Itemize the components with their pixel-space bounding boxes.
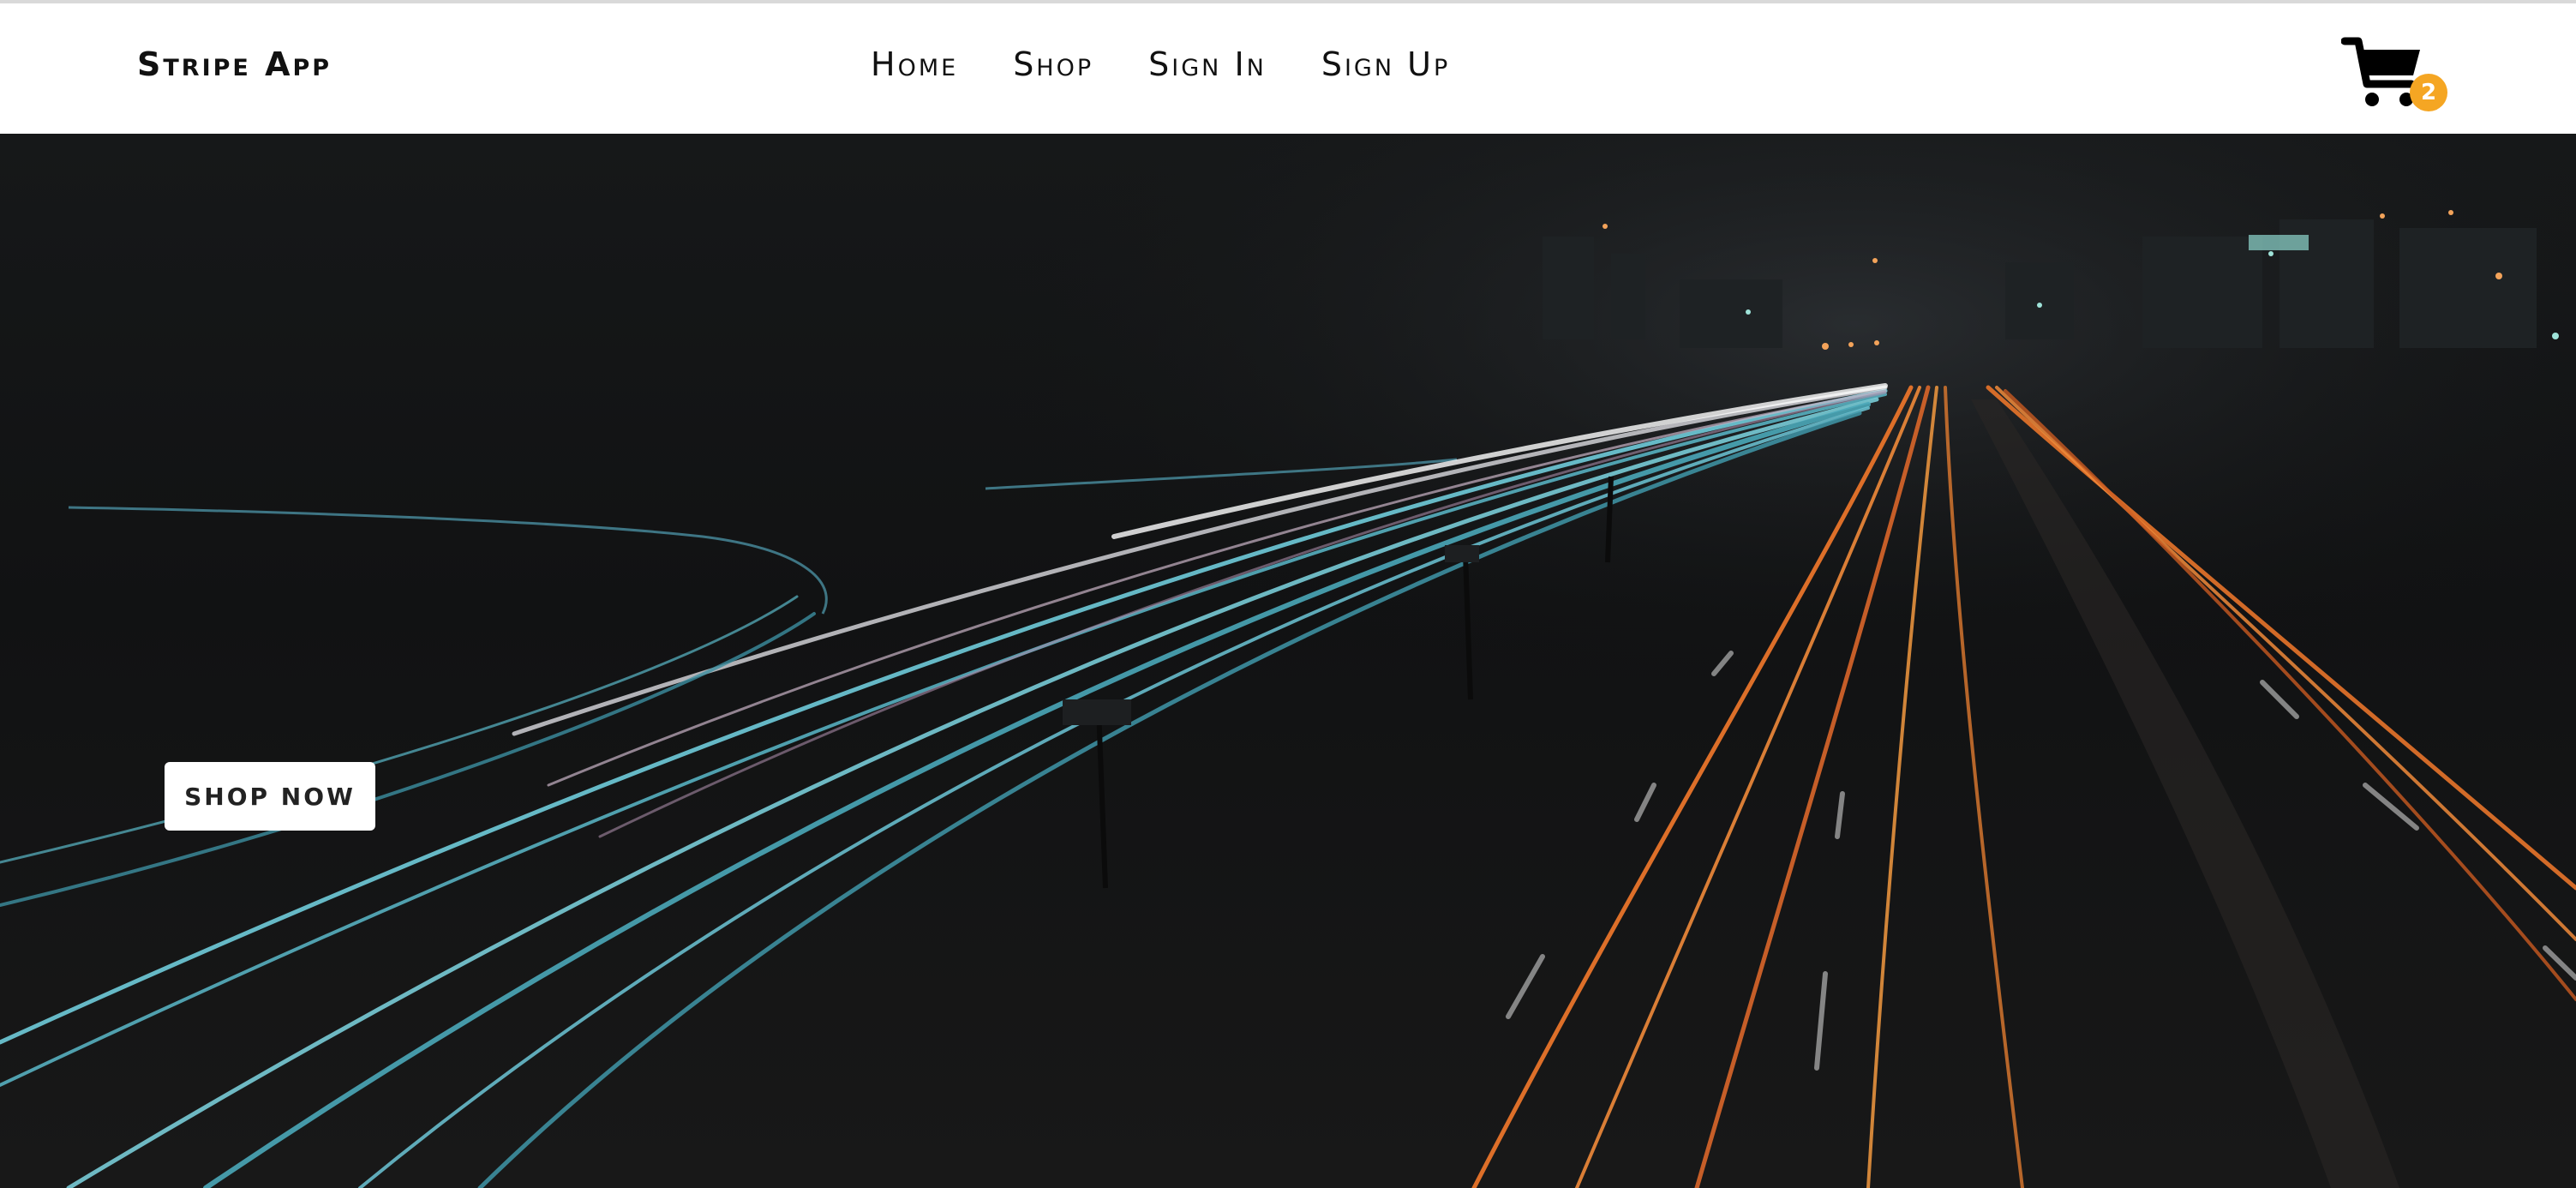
brand-logo[interactable]: Stripe App	[137, 48, 332, 81]
shop-now-button[interactable]: SHOP NOW	[165, 762, 375, 831]
cart-count-badge: 2	[2410, 74, 2447, 111]
site-header: Stripe App Home Shop Sign In Sign Up 2	[0, 3, 2576, 134]
nav-sign-up-link[interactable]: Sign Up	[1321, 48, 1450, 81]
nav-sign-in-link[interactable]: Sign In	[1148, 48, 1267, 81]
cart-button[interactable]: 2	[2341, 34, 2447, 123]
hero-banner: SHOP NOW	[0, 134, 2576, 1188]
main-nav: Home Shop Sign In Sign Up	[871, 48, 1450, 81]
nav-home-link[interactable]: Home	[871, 48, 958, 81]
hero-background-image	[0, 134, 2576, 1188]
nav-shop-link[interactable]: Shop	[1013, 48, 1093, 81]
